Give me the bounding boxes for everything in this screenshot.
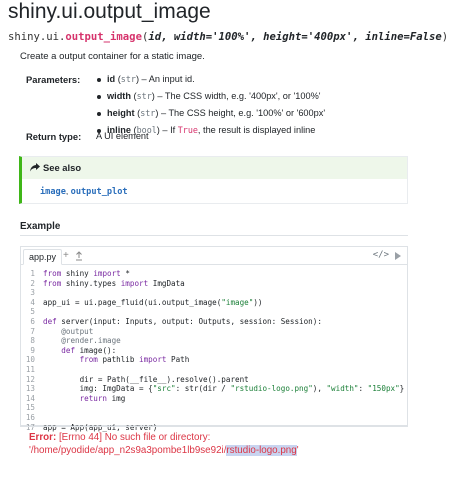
param-desc: – An input id. [139,74,195,84]
param-desc: – The CSS width, e.g. '400px', or '100%' [154,91,321,101]
code-text: from shiny.types import ImgData [43,278,185,288]
share-arrow-icon [30,163,40,172]
code-line: 6 def server(input: Inputs, output: Outpu… [21,317,407,327]
param-type: str [140,108,156,118]
line-number: 11 [25,364,35,374]
param-type: str [136,91,152,101]
description: Create a output container for a static i… [20,51,205,62]
code-line: 7 @output [21,327,407,337]
line-number: 6 [30,316,35,326]
code-line: 11 [21,365,407,375]
error-label: Error: [29,432,57,443]
line-number: 8 [30,336,35,346]
function-signature: shiny.ui.output_image(id, width='100%', … [8,31,448,43]
code-line: 12 dir = Path(__file__).resolve().parent [21,375,407,385]
page-title: shiny.ui.output_image [8,0,211,23]
code-text: dir = Path(__file__).resolve().parent [43,374,249,384]
code-line: 16 [21,413,407,423]
line-number: 5 [30,307,35,317]
param-name: id [107,74,116,84]
signature-params: id, width='100%', height='400px', inline… [148,31,442,43]
signature-close-paren: ) [441,31,449,43]
signature-module: shiny.ui. [8,31,66,43]
param-desc: – The CSS height, e.g. '100%' or '600px' [158,108,326,118]
error-path-selected: rstudio-logo.png [226,445,297,456]
code-line: 2 from shiny.types import ImgData [21,279,407,289]
upload-icon[interactable] [75,251,83,261]
param-name: height [107,108,135,118]
code-line: 15 [21,403,407,413]
code-text: img: ImgData = {"src": str(dir / "rstudi… [43,384,405,394]
line-number: 2 [30,278,35,288]
tab-app-py[interactable]: app.py [23,249,63,265]
parameters-label: Parameters: [26,74,81,85]
line-number: 12 [25,374,35,384]
parameter-item: width (str) – The CSS width, e.g. '400px… [96,91,325,108]
code-text: from shiny import * [43,269,130,278]
parameter-item: id (str) – An input id. [96,74,325,91]
line-number: 14 [25,393,35,403]
code-line: 14 return img [21,394,407,404]
code-text: @output [61,326,94,336]
line-number: 16 [25,412,35,422]
run-play-icon[interactable] [395,252,401,260]
param-desc-pre: – If [159,125,178,135]
code-text: def image(): [61,345,117,355]
code-line: 5 [21,307,407,317]
param-desc-post: , the result is displayed inline [197,125,316,135]
code-text: @render.image [61,336,121,346]
line-number: 7 [30,326,35,336]
code-view-icon[interactable]: </> [373,250,389,260]
param-type: str [120,74,136,84]
example-heading: Example [20,221,61,232]
code-line: 13 img: ImgData = {"src": str(dir / "rst… [21,384,407,394]
error-divider [20,426,408,427]
code-line: 1 from shiny import * [21,269,407,279]
line-number: 15 [25,403,35,413]
code-text: return img [79,393,126,403]
error-path: '/home/pyodide/app_n2s9a3pombe1lb9se92i/ [29,445,227,456]
code-line: 10 from pathlib import Path [21,355,407,365]
line-number: 4 [30,297,35,307]
link-output-plot[interactable]: output_plot [71,187,128,197]
code-text: from pathlib import Path [79,355,190,365]
see-also-header: See also [22,157,407,179]
add-file-icon[interactable]: + [63,250,69,262]
code-area[interactable]: 1 from shiny import * 2 from shiny.types im… [21,269,407,432]
line-number: 10 [25,355,35,365]
code-line: 8 @render.image [21,336,407,346]
error-message: [Errno 44] No such file or directory: [56,432,211,443]
code-text: def server(input: Inputs, output: Output… [43,316,322,326]
signature-function: output_image [65,31,142,43]
line-number: 13 [25,384,35,394]
return-type-label: Return type: [26,131,82,142]
param-name: width [107,91,131,101]
return-type-value: A UI element [96,131,149,141]
code-line: 9 def image(): [21,346,407,356]
error-path-end: ' [296,445,299,456]
see-also-callout: See also image, output_plot [19,156,408,204]
example-divider [20,235,408,236]
error-output: Error: [Errno 44] No such file or direct… [29,431,299,457]
code-line: 3 [21,288,407,298]
line-number: 1 [30,269,35,278]
link-image[interactable]: image [40,187,66,197]
code-line: 4 app_ui = ui.page_fluid(ui.output_image(… [21,298,407,308]
parameter-item: height (str) – The CSS height, e.g. '100… [96,108,325,125]
line-number: 3 [30,288,35,298]
param-keyword: True [177,125,198,135]
code-text: app_ui = ui.page_fluid(ui.output_image("… [43,297,263,307]
code-editor[interactable]: app.py + </> 1 from shiny import * 2 from s… [20,246,408,432]
line-number: 9 [30,345,35,355]
see-also-links: image, output_plot [40,186,128,197]
see-also-label: See also [43,162,82,173]
editor-tabbar: app.py + </> [21,247,407,265]
